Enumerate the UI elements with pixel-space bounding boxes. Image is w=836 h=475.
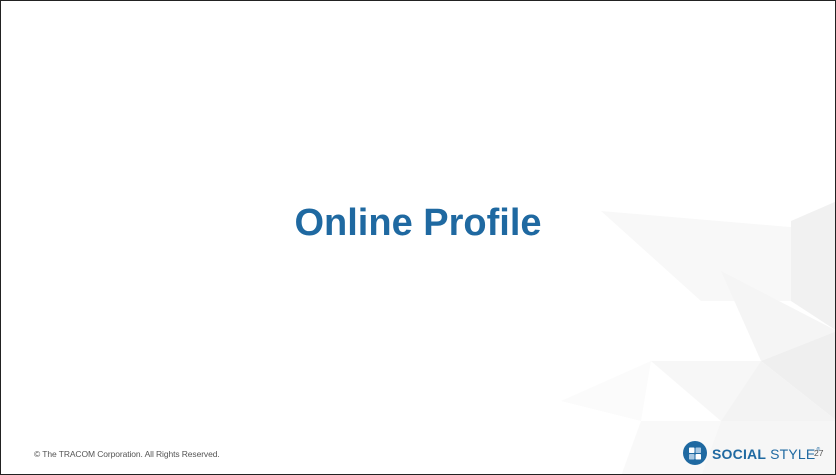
logo-word-social: SOCIAL	[712, 446, 767, 462]
slide-title: Online Profile	[294, 202, 542, 244]
logo-wordmark: SOCIAL STYLE ®	[712, 446, 820, 462]
logo-word-style: STYLE	[770, 446, 816, 462]
copyright-notice: © The TRACOM Corporation. All Rights Res…	[34, 449, 220, 459]
social-style-logo: SOCIAL STYLE ®	[683, 441, 820, 465]
page-number: 27	[814, 448, 824, 458]
social-style-emblem-icon	[683, 441, 707, 465]
slide: Online Profile © The TRACOM Corporation.…	[0, 0, 836, 475]
